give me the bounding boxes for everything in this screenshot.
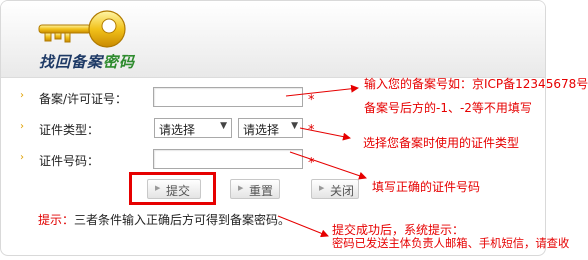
close-button-label: 关闭 [330, 184, 355, 198]
form-row-id-number: › 证件号码： * [1, 149, 545, 171]
id-type-label: 证件类型： [39, 123, 100, 137]
hint-prefix: 提示： [38, 213, 75, 227]
annotation-record-example: 输入您的备案号如：京ICP备12345678号 [364, 77, 588, 91]
panel-header: 找回备案密码 [1, 1, 545, 78]
required-star: * [308, 93, 315, 108]
title-part2: 密码 [103, 53, 136, 71]
triangle-bullet-icon: › [20, 90, 24, 101]
record-number-input[interactable] [153, 87, 303, 107]
key-icon [38, 10, 126, 48]
annotation-id-number: 填写正确的证件号码 [372, 180, 481, 194]
submit-highlight-box [129, 172, 216, 205]
hint-body: 三者条件输入正确后方可得到备案密码。 [74, 213, 291, 227]
arrow-right-icon: ▶ [319, 184, 325, 192]
find-password-panel: 找回备案密码 › 备案/许可证号： * › 证件类型： 请选择 ▼ 请选择 ▼ … [0, 0, 546, 256]
triangle-bullet-icon: › [20, 121, 24, 132]
required-star: * [308, 123, 315, 138]
annotation-password-sent: 密码已发送主体负责人邮箱、手机短信，请查收 [332, 237, 570, 250]
reset-button[interactable]: ▶ 重置 [230, 179, 280, 199]
chevron-down-icon: ▼ [291, 121, 298, 131]
title-part1: 找回备案 [39, 53, 104, 71]
chevron-down-icon: ▼ [220, 121, 227, 131]
select-value: 请选择 [243, 123, 280, 137]
hint-text: 提示：三者条件输入正确后方可得到备案密码。 [38, 211, 290, 228]
select-value: 请选择 [159, 123, 196, 137]
annotation-id-type: 选择您备案时使用的证件类型 [363, 136, 520, 150]
id-number-label: 证件号码： [39, 154, 100, 168]
required-star: * [308, 156, 315, 171]
annotation-suffix-note: 备案号后方的-1、-2等不用填写 [364, 101, 532, 115]
id-number-input[interactable] [153, 149, 303, 169]
page-title: 找回备案密码 [39, 51, 135, 72]
reset-button-label: 重置 [249, 184, 274, 198]
id-type-select-secondary[interactable]: 请选择 ▼ [238, 118, 303, 138]
record-number-label: 备案/许可证号： [39, 92, 128, 106]
id-type-select-primary[interactable]: 请选择 ▼ [154, 118, 232, 138]
close-button[interactable]: ▶ 关闭 [311, 179, 359, 199]
arrow-right-icon: ▶ [238, 184, 244, 192]
triangle-bullet-icon: › [20, 152, 24, 163]
